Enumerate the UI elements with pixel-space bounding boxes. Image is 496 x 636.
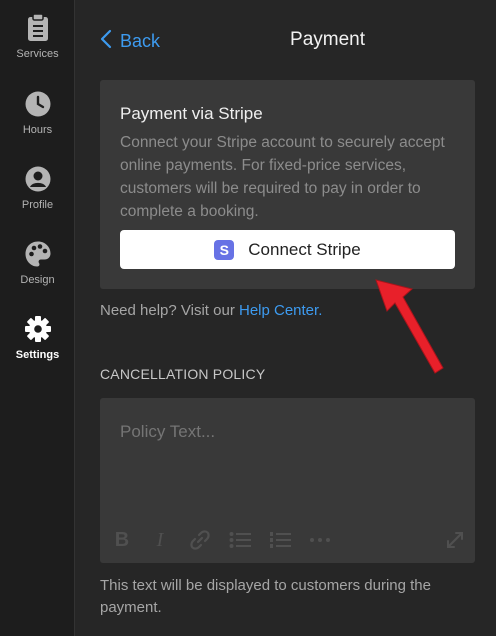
expand-icon[interactable] bbox=[443, 528, 467, 552]
bold-icon[interactable]: B bbox=[110, 528, 134, 552]
sidebar-item-label: Design bbox=[20, 274, 55, 286]
policy-editor: B I bbox=[100, 398, 475, 563]
annotation-arrow-icon bbox=[365, 270, 455, 385]
help-text: Need help? Visit our Help Center. bbox=[100, 302, 322, 319]
sidebar-item-label: Profile bbox=[21, 199, 54, 211]
sidebar: Services Hours Profile Design Settings bbox=[0, 0, 75, 636]
sidebar-item-label: Hours bbox=[22, 124, 53, 136]
sidebar-item-hours[interactable]: Hours bbox=[0, 90, 75, 136]
person-icon bbox=[24, 165, 52, 193]
policy-note: This text will be displayed to customers… bbox=[100, 577, 431, 616]
clipboard-icon bbox=[24, 14, 52, 42]
stripe-logo-icon: S bbox=[214, 239, 235, 260]
stripe-card: Payment via Stripe Connect your Stripe a… bbox=[100, 80, 475, 289]
link-icon[interactable] bbox=[188, 528, 212, 552]
cancellation-policy-heading: CANCELLATION POLICY bbox=[100, 366, 266, 382]
bulleted-list-icon[interactable] bbox=[228, 528, 252, 552]
clock-icon bbox=[24, 90, 52, 118]
connect-stripe-button[interactable]: S Connect Stripe bbox=[120, 230, 455, 269]
more-icon[interactable] bbox=[308, 528, 332, 552]
policy-text-input[interactable] bbox=[120, 422, 450, 442]
page-title: Payment bbox=[290, 29, 365, 50]
palette-icon bbox=[24, 240, 52, 268]
stripe-description: Connect your Stripe account to securely … bbox=[120, 134, 445, 220]
editor-toolbar: B I bbox=[110, 528, 465, 552]
italic-icon[interactable]: I bbox=[148, 528, 172, 552]
sidebar-item-settings[interactable]: Settings bbox=[0, 315, 75, 361]
sidebar-item-services[interactable]: Services bbox=[0, 14, 75, 60]
numbered-list-icon[interactable] bbox=[268, 528, 292, 552]
sidebar-item-design[interactable]: Design bbox=[0, 240, 75, 286]
sidebar-item-label: Services bbox=[16, 48, 59, 60]
connect-stripe-label: Connect Stripe bbox=[248, 239, 361, 259]
gear-icon bbox=[24, 315, 52, 343]
help-prefix: Need help? Visit our bbox=[100, 302, 239, 319]
sidebar-item-profile[interactable]: Profile bbox=[0, 165, 75, 211]
help-center-link[interactable]: Help Center. bbox=[239, 302, 322, 319]
sidebar-item-label: Settings bbox=[15, 349, 60, 361]
stripe-title: Payment via Stripe bbox=[120, 104, 263, 123]
header: Back Payment bbox=[75, 0, 496, 80]
